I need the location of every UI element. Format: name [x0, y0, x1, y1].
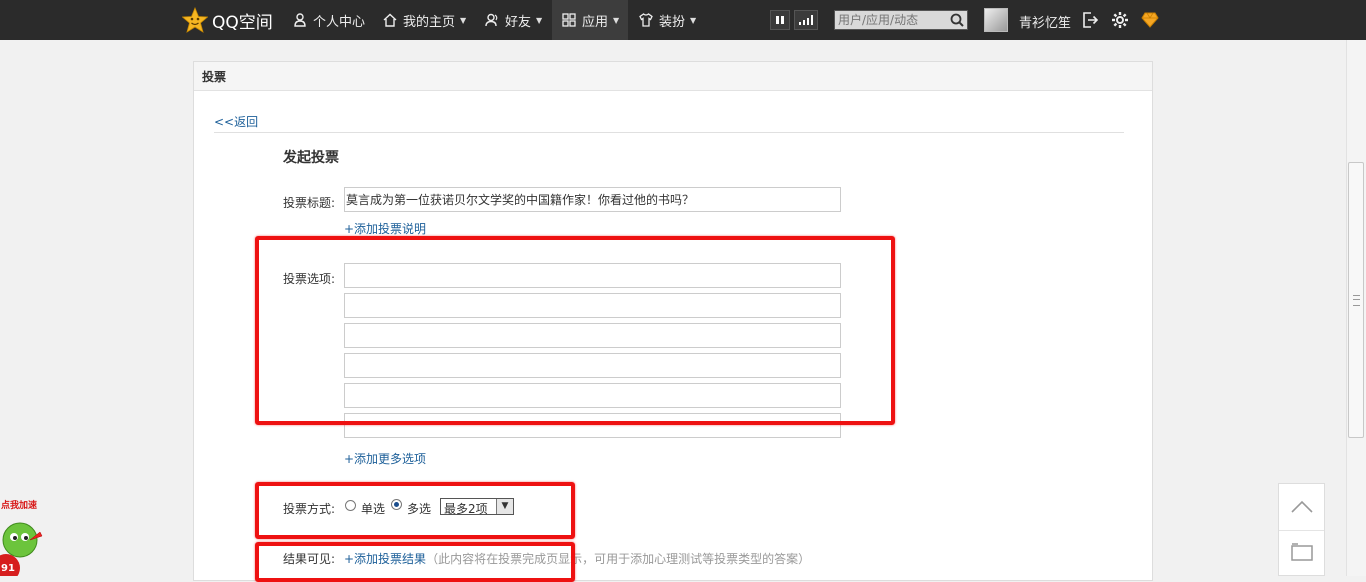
gear-icon[interactable] [1111, 11, 1129, 29]
nav-label: 个人中心 [313, 14, 366, 30]
vote-title-field [344, 187, 841, 212]
top-navigation-bar: QQ空间 个人中心 我的主页 ▼ 好友 ▼ 应用 ▼ 装扮 ▼ 青衫忆笙 [0, 0, 1366, 40]
chevron-down-icon: ▼ [613, 15, 620, 25]
avatar[interactable] [984, 8, 1008, 32]
nav-my-homepage[interactable]: 我的主页 ▼ [383, 0, 466, 40]
diamond-icon[interactable] [1141, 11, 1159, 29]
panel-header: 投票 [194, 62, 1152, 91]
username[interactable]: 青衫忆笙 [1019, 12, 1071, 31]
user-icon [294, 13, 306, 27]
annotation-box-mode [255, 482, 575, 539]
pause-icon [776, 16, 784, 24]
nav-label: 应用 [582, 14, 609, 30]
add-more-options-link[interactable]: +添加更多选项 [344, 450, 426, 467]
speedup-widget[interactable]: 点我加速 91 [0, 496, 50, 576]
speedup-badge: 91 [1, 563, 15, 574]
signal-button[interactable] [794, 10, 818, 30]
nav-label: 好友 [505, 14, 532, 30]
page-title: 发起投票 [283, 150, 339, 166]
qzone-logo[interactable]: QQ空间 [182, 6, 273, 34]
add-description-link[interactable]: +添加投票说明 [344, 220, 426, 237]
divider [1279, 530, 1324, 531]
search-icon[interactable] [949, 12, 965, 28]
annotation-box-result [255, 542, 575, 582]
search-box [834, 10, 968, 30]
chevron-down-icon: ▼ [460, 15, 467, 25]
shirt-icon [639, 13, 653, 27]
star-logo-icon [182, 7, 208, 33]
home-icon [383, 13, 397, 27]
back-link[interactable]: <<返回 [214, 113, 258, 130]
friends-icon [485, 13, 498, 27]
nav-label: 我的主页 [403, 14, 456, 30]
apps-grid-icon [562, 13, 576, 27]
back-to-top-icon[interactable] [1290, 497, 1314, 515]
nav-personal-center[interactable]: 个人中心 [293, 0, 365, 40]
vote-title-input[interactable] [345, 188, 840, 211]
logout-icon[interactable] [1081, 11, 1099, 29]
search-input[interactable] [835, 11, 944, 29]
floating-toolbar [1278, 483, 1325, 576]
logo-text: QQ空间 [212, 12, 273, 33]
nav-label: 装扮 [659, 14, 686, 30]
annotation-box-options [255, 236, 895, 425]
chevron-down-icon: ▼ [536, 15, 543, 25]
divider [214, 132, 1124, 133]
pause-button[interactable] [770, 10, 790, 30]
scrollbar-thumb[interactable] [1348, 162, 1364, 438]
grip-icon [1353, 295, 1360, 306]
vote-title-label: 投票标题: [283, 196, 336, 210]
nav-apps[interactable]: 应用 ▼ [552, 0, 628, 40]
signal-bars-icon [799, 15, 813, 25]
nav-decorate[interactable]: 装扮 ▼ [639, 0, 696, 40]
nav-friends[interactable]: 好友 ▼ [485, 0, 542, 40]
chevron-down-icon: ▼ [690, 15, 697, 25]
feedback-icon[interactable] [1290, 542, 1314, 562]
